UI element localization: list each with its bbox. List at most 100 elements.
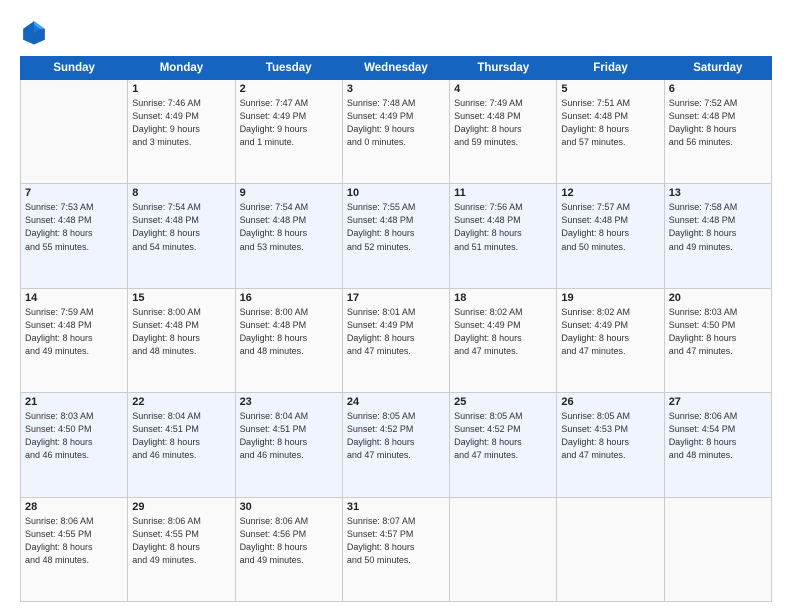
calendar-cell: 30Sunrise: 8:06 AM Sunset: 4:56 PM Dayli… [235, 497, 342, 601]
day-info: Sunrise: 7:52 AM Sunset: 4:48 PM Dayligh… [669, 97, 767, 149]
calendar-cell: 22 Sunrise: 8:04 AM Sunset: 4:51 PM Dayli… [128, 393, 235, 497]
day-number: 10 [347, 187, 445, 199]
calendar-cell: 25 Sunrise: 8:05 AM Sunset: 4:52 PM Dayli… [450, 393, 557, 497]
day-number: 18 [454, 292, 552, 304]
day-number: 17 [347, 292, 445, 304]
day-number: 3 [347, 83, 445, 95]
day-info: Sunrise: 8:00 AM Sunset: 4:48 PM Dayligh… [132, 306, 230, 358]
day-number: 25 [454, 396, 552, 408]
calendar-cell: 17Sunrise: 8:01 AM Sunset: 4:49 PM Dayli… [342, 288, 449, 392]
day-number: 23 [240, 396, 338, 408]
day-info: Sunrise: 8:05 AM Sunset: 4:52 PM Dayligh… [347, 410, 445, 462]
day-info: Sunrise: 7:56 AM Sunset: 4:48 PM Dayligh… [454, 201, 552, 253]
day-info: Sunrise: 7:53 AM Sunset: 4:48 PM Dayligh… [25, 201, 123, 253]
calendar-cell: 15 Sunrise: 8:00 AM Sunset: 4:48 PM Dayli… [128, 288, 235, 392]
calendar-cell [450, 497, 557, 601]
day-number: 4 [454, 83, 552, 95]
day-info: Sunrise: 8:05 AM Sunset: 4:52 PM Dayligh… [454, 410, 552, 462]
day-info: Sunrise: 8:06 AM Sunset: 4:54 PM Dayligh… [669, 410, 767, 462]
calendar-cell: 13 Sunrise: 7:58 AM Sunset: 4:48 PM Dayli… [664, 184, 771, 288]
logo [20, 18, 52, 46]
day-info: Sunrise: 7:54 AM Sunset: 4:48 PM Dayligh… [132, 201, 230, 253]
page: SundayMondayTuesdayWednesdayThursdayFrid… [0, 0, 792, 612]
day-info: Sunrise: 8:04 AM Sunset: 4:51 PM Dayligh… [240, 410, 338, 462]
day-number: 6 [669, 83, 767, 95]
day-info: Sunrise: 8:03 AM Sunset: 4:50 PM Dayligh… [25, 410, 123, 462]
day-info: Sunrise: 8:04 AM Sunset: 4:51 PM Dayligh… [132, 410, 230, 462]
calendar-header-monday: Monday [128, 57, 235, 80]
day-number: 22 [132, 396, 230, 408]
calendar-cell: 7 Sunrise: 7:53 AM Sunset: 4:48 PM Daylig… [21, 184, 128, 288]
calendar-header-sunday: Sunday [21, 57, 128, 80]
day-info: Sunrise: 7:59 AM Sunset: 4:48 PM Dayligh… [25, 306, 123, 358]
calendar-header-row: SundayMondayTuesdayWednesdayThursdayFrid… [21, 57, 772, 80]
calendar-cell [557, 497, 664, 601]
day-number: 26 [561, 396, 659, 408]
day-info: Sunrise: 8:05 AM Sunset: 4:53 PM Dayligh… [561, 410, 659, 462]
day-number: 30 [240, 501, 338, 513]
day-number: 27 [669, 396, 767, 408]
calendar-cell: 8 Sunrise: 7:54 AM Sunset: 4:48 PM Daylig… [128, 184, 235, 288]
calendar-week-row: 1 Sunrise: 7:46 AM Sunset: 4:49 PM Daylig… [21, 80, 772, 184]
day-info: Sunrise: 8:06 AM Sunset: 4:55 PM Dayligh… [25, 515, 123, 567]
calendar-header-tuesday: Tuesday [235, 57, 342, 80]
calendar-cell [21, 80, 128, 184]
day-info: Sunrise: 7:57 AM Sunset: 4:48 PM Dayligh… [561, 201, 659, 253]
calendar-week-row: 14 Sunrise: 7:59 AM Sunset: 4:48 PM Dayli… [21, 288, 772, 392]
day-number: 16 [240, 292, 338, 304]
calendar-cell: 21 Sunrise: 8:03 AM Sunset: 4:50 PM Dayli… [21, 393, 128, 497]
calendar-cell: 12 Sunrise: 7:57 AM Sunset: 4:48 PM Dayli… [557, 184, 664, 288]
day-number: 9 [240, 187, 338, 199]
day-number: 12 [561, 187, 659, 199]
calendar-cell: 14 Sunrise: 7:59 AM Sunset: 4:48 PM Dayli… [21, 288, 128, 392]
calendar-cell: 20Sunrise: 8:03 AM Sunset: 4:50 PM Dayli… [664, 288, 771, 392]
day-number: 13 [669, 187, 767, 199]
day-number: 21 [25, 396, 123, 408]
day-info: Sunrise: 7:46 AM Sunset: 4:49 PM Dayligh… [132, 97, 230, 149]
day-info: Sunrise: 8:03 AM Sunset: 4:50 PM Dayligh… [669, 306, 767, 358]
calendar-table: SundayMondayTuesdayWednesdayThursdayFrid… [20, 56, 772, 602]
calendar-week-row: 7 Sunrise: 7:53 AM Sunset: 4:48 PM Daylig… [21, 184, 772, 288]
calendar-week-row: 28Sunrise: 8:06 AM Sunset: 4:55 PM Dayli… [21, 497, 772, 601]
calendar-cell: 6 Sunrise: 7:52 AM Sunset: 4:48 PM Daylig… [664, 80, 771, 184]
day-number: 24 [347, 396, 445, 408]
day-number: 19 [561, 292, 659, 304]
calendar-cell: 5Sunrise: 7:51 AM Sunset: 4:48 PM Daylig… [557, 80, 664, 184]
calendar-cell: 23 Sunrise: 8:04 AM Sunset: 4:51 PM Dayli… [235, 393, 342, 497]
day-info: Sunrise: 7:47 AM Sunset: 4:49 PM Dayligh… [240, 97, 338, 149]
header [20, 18, 772, 46]
day-number: 7 [25, 187, 123, 199]
calendar-cell: 18Sunrise: 8:02 AM Sunset: 4:49 PM Dayli… [450, 288, 557, 392]
calendar-cell: 9 Sunrise: 7:54 AM Sunset: 4:48 PM Daylig… [235, 184, 342, 288]
day-info: Sunrise: 7:55 AM Sunset: 4:48 PM Dayligh… [347, 201, 445, 253]
day-number: 14 [25, 292, 123, 304]
calendar-cell: 4 Sunrise: 7:49 AM Sunset: 4:48 PM Daylig… [450, 80, 557, 184]
calendar-cell: 29Sunrise: 8:06 AM Sunset: 4:55 PM Dayli… [128, 497, 235, 601]
logo-icon [20, 18, 48, 46]
day-info: Sunrise: 8:02 AM Sunset: 4:49 PM Dayligh… [561, 306, 659, 358]
day-info: Sunrise: 7:49 AM Sunset: 4:48 PM Dayligh… [454, 97, 552, 149]
day-number: 1 [132, 83, 230, 95]
day-info: Sunrise: 8:07 AM Sunset: 4:57 PM Dayligh… [347, 515, 445, 567]
day-info: Sunrise: 7:58 AM Sunset: 4:48 PM Dayligh… [669, 201, 767, 253]
day-info: Sunrise: 8:00 AM Sunset: 4:48 PM Dayligh… [240, 306, 338, 358]
calendar-cell: 3Sunrise: 7:48 AM Sunset: 4:49 PM Daylig… [342, 80, 449, 184]
day-number: 31 [347, 501, 445, 513]
calendar-cell: 1 Sunrise: 7:46 AM Sunset: 4:49 PM Daylig… [128, 80, 235, 184]
calendar-cell: 11Sunrise: 7:56 AM Sunset: 4:48 PM Dayli… [450, 184, 557, 288]
day-number: 29 [132, 501, 230, 513]
day-number: 2 [240, 83, 338, 95]
day-number: 5 [561, 83, 659, 95]
calendar-cell: 2 Sunrise: 7:47 AM Sunset: 4:49 PM Daylig… [235, 80, 342, 184]
calendar-header-thursday: Thursday [450, 57, 557, 80]
calendar-cell: 31 Sunrise: 8:07 AM Sunset: 4:57 PM Dayli… [342, 497, 449, 601]
day-number: 15 [132, 292, 230, 304]
calendar-cell: 16 Sunrise: 8:00 AM Sunset: 4:48 PM Dayli… [235, 288, 342, 392]
calendar-week-row: 21 Sunrise: 8:03 AM Sunset: 4:50 PM Dayli… [21, 393, 772, 497]
calendar-cell: 24 Sunrise: 8:05 AM Sunset: 4:52 PM Dayli… [342, 393, 449, 497]
day-number: 8 [132, 187, 230, 199]
day-info: Sunrise: 7:54 AM Sunset: 4:48 PM Dayligh… [240, 201, 338, 253]
calendar-cell: 28Sunrise: 8:06 AM Sunset: 4:55 PM Dayli… [21, 497, 128, 601]
calendar-cell [664, 497, 771, 601]
calendar-cell: 10 Sunrise: 7:55 AM Sunset: 4:48 PM Dayli… [342, 184, 449, 288]
